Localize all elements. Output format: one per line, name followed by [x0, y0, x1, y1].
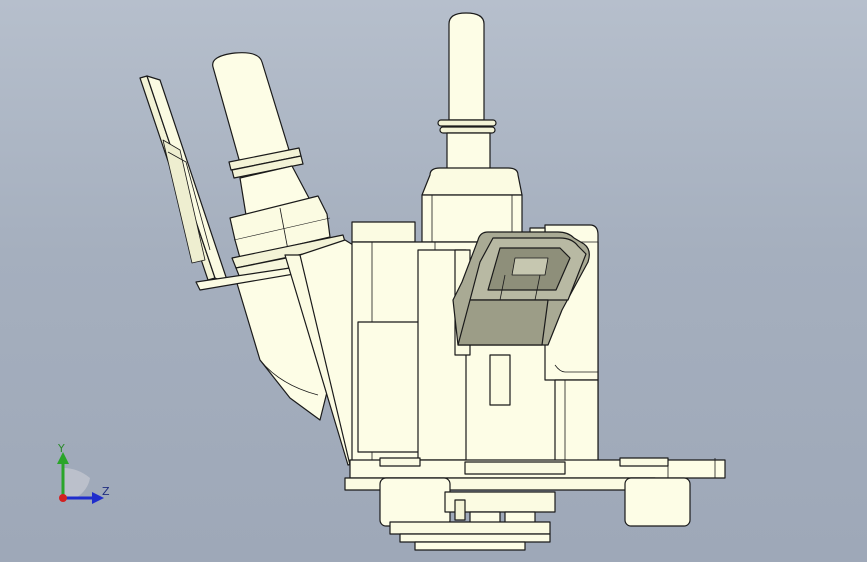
z-axis-label: Z: [102, 485, 110, 498]
triad-plane-shade: [63, 468, 90, 498]
vertical-nozzle: [421, 12, 523, 243]
x-axis-dot: [59, 494, 67, 502]
cad-model: [139, 12, 726, 551]
base-flange: [344, 457, 726, 551]
y-axis-label: Y: [58, 442, 65, 455]
cad-viewport[interactable]: Y Z: [0, 0, 867, 562]
